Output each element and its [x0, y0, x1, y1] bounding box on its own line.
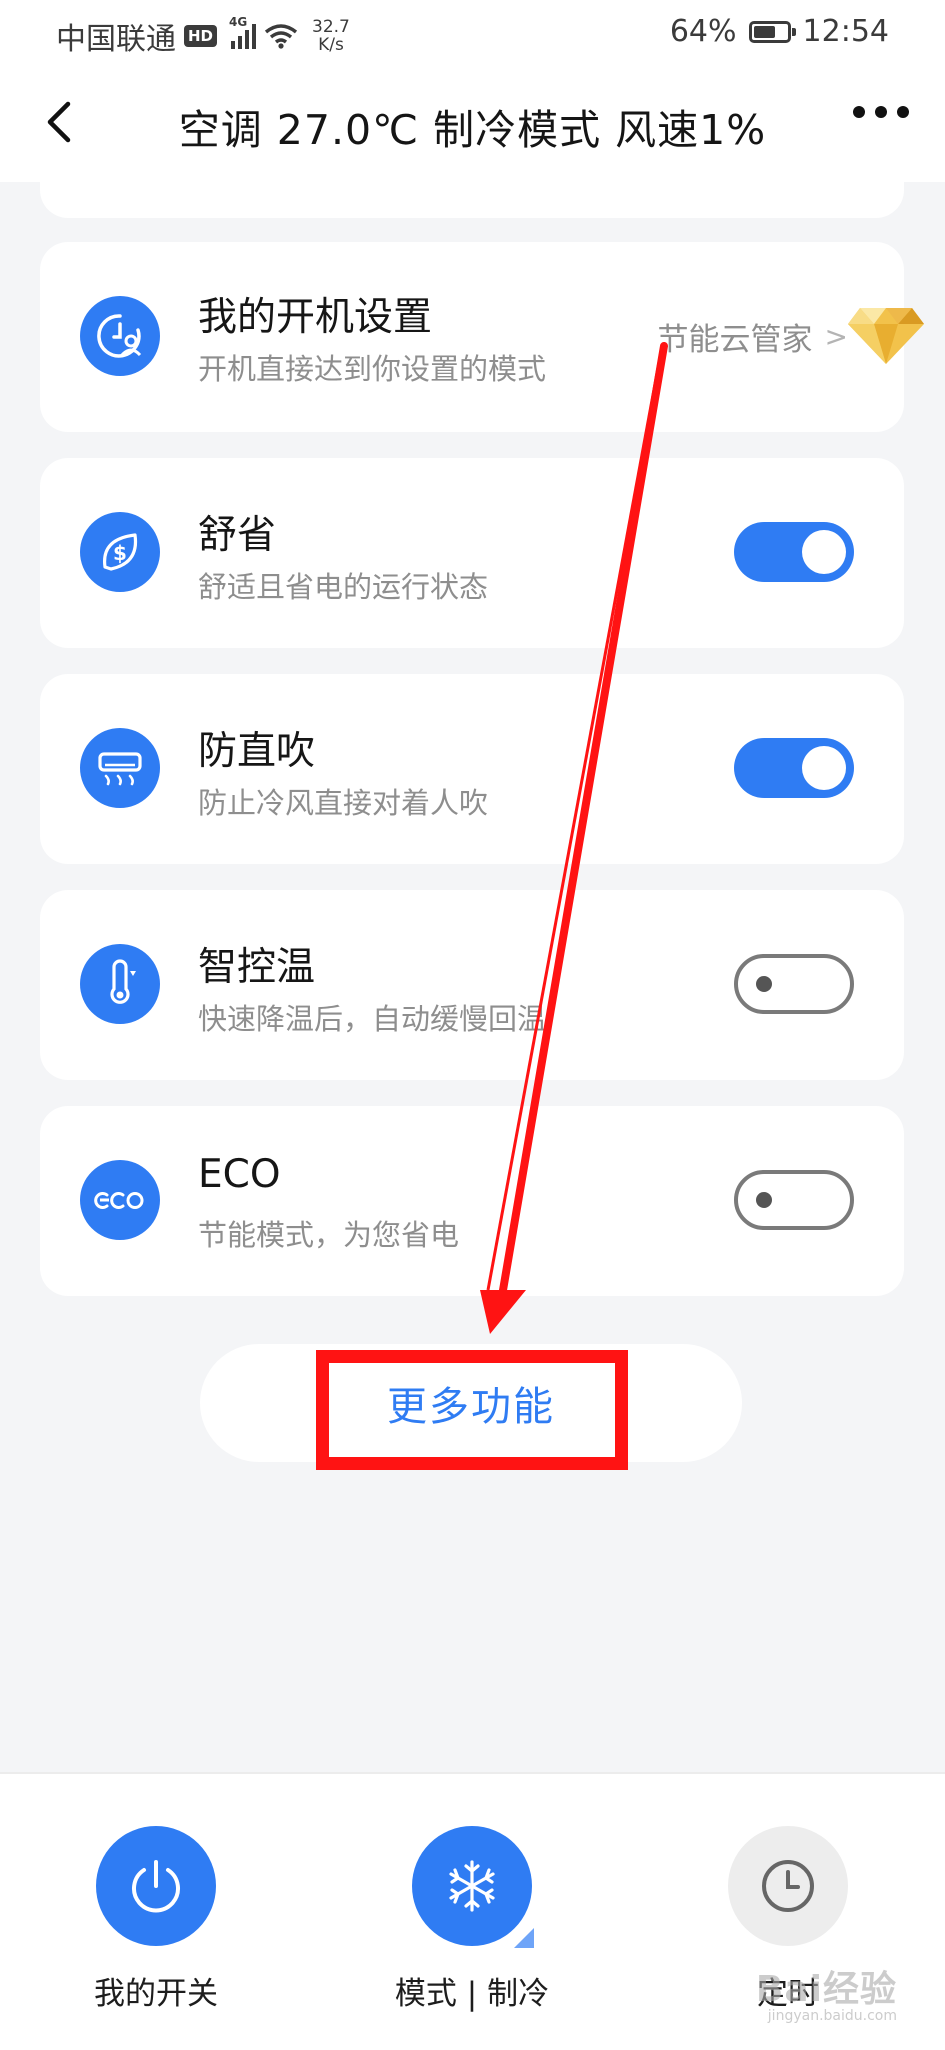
- clock-time: 12:54: [802, 14, 889, 49]
- status-left: 中国联通 HD 4G 32.7 K/s: [56, 14, 350, 58]
- card-title: 我的开机设置: [198, 295, 433, 340]
- clock-user-icon: [80, 296, 160, 376]
- hd-badge: HD: [184, 25, 218, 47]
- power-switch-label: 我的开关: [94, 1976, 218, 2012]
- smart-temp-toggle[interactable]: [734, 954, 854, 1014]
- thermometer-icon: [80, 944, 160, 1024]
- card-subtitle: 节能模式，为您省电: [198, 1218, 460, 1252]
- power-icon: [96, 1826, 216, 1946]
- signal-icon: 4G: [229, 15, 257, 49]
- eco-card: ECO 节能模式，为您省电: [40, 1106, 904, 1296]
- card-subtitle: 防止冷风直接对着人吹: [198, 786, 489, 820]
- network-type: 4G: [229, 15, 248, 29]
- mode-label: 模式 | 制冷: [394, 1976, 550, 2012]
- startup-settings-card[interactable]: 我的开机设置 开机直接达到你设置的模式 节能云管家 >: [40, 242, 924, 432]
- energy-cloud-link[interactable]: 节能云管家 >: [658, 314, 848, 359]
- nav-bar: 空调 27.0℃ 制冷模式 风速1%: [0, 66, 945, 182]
- card-title: 舒省: [198, 513, 277, 558]
- diamond-icon: [848, 308, 924, 364]
- page-title: 空调 27.0℃ 制冷模式 风速1%: [178, 106, 767, 154]
- card-title: 防直吹: [198, 729, 316, 774]
- card-title: 智控温: [198, 945, 316, 990]
- chevron-right-icon: >: [824, 320, 848, 353]
- comfort-saving-toggle[interactable]: [734, 522, 854, 582]
- battery-icon: [748, 20, 796, 43]
- clock-icon: [728, 1826, 848, 1946]
- anti-direct-blow-card: 防直吹 防止冷风直接对着人吹: [40, 674, 904, 864]
- svg-text:$: $: [113, 541, 127, 565]
- wifi-icon: [264, 24, 298, 49]
- comfort-saving-card: $ 舒省 舒适且省电的运行状态: [40, 458, 904, 648]
- status-right: 64% 12:54: [670, 14, 889, 49]
- air-conditioner-icon: [80, 728, 160, 808]
- leaf-dollar-icon: $: [80, 512, 160, 592]
- status-bar: 中国联通 HD 4G 32.7 K/s 64% 12:54: [0, 0, 945, 66]
- card-subtitle: 开机直接达到你设置的模式: [198, 352, 547, 386]
- anti-direct-blow-toggle[interactable]: [734, 738, 854, 798]
- smart-temp-card: 智控温 快速降温后，自动缓慢回温: [40, 890, 904, 1080]
- snowflake-icon: [412, 1826, 534, 1948]
- eco-icon: [80, 1160, 160, 1240]
- more-dots-icon: [853, 106, 909, 118]
- energy-cloud-label: 节能云管家: [657, 322, 813, 358]
- watermark-url: jingyan.baidu.com: [767, 2008, 897, 2024]
- more-options-button[interactable]: [853, 106, 909, 118]
- card-title: ECO: [198, 1152, 281, 1197]
- card-subtitle: 舒适且省电的运行状态: [198, 570, 489, 604]
- watermark-text: Bai经验: [755, 1969, 897, 2010]
- baidu-watermark: Bai经验 jingyan.baidu.com: [756, 1960, 897, 2024]
- power-switch-button[interactable]: 我的开关: [56, 1826, 256, 2013]
- speed-value: 32.7: [312, 17, 350, 37]
- corner-indicator: [514, 1928, 534, 1948]
- battery-percent: 64%: [669, 14, 737, 49]
- eco-toggle[interactable]: [734, 1170, 854, 1230]
- network-speed: 32.7 K/s: [312, 18, 350, 54]
- card-subtitle: 快速降温后，自动缓慢回温: [198, 1002, 547, 1036]
- carrier-name: 中国联通: [56, 22, 176, 57]
- mode-button[interactable]: 模式 | 制冷: [372, 1826, 572, 2013]
- annotation-highlight-box: [316, 1350, 628, 1470]
- speed-unit: K/s: [318, 35, 344, 55]
